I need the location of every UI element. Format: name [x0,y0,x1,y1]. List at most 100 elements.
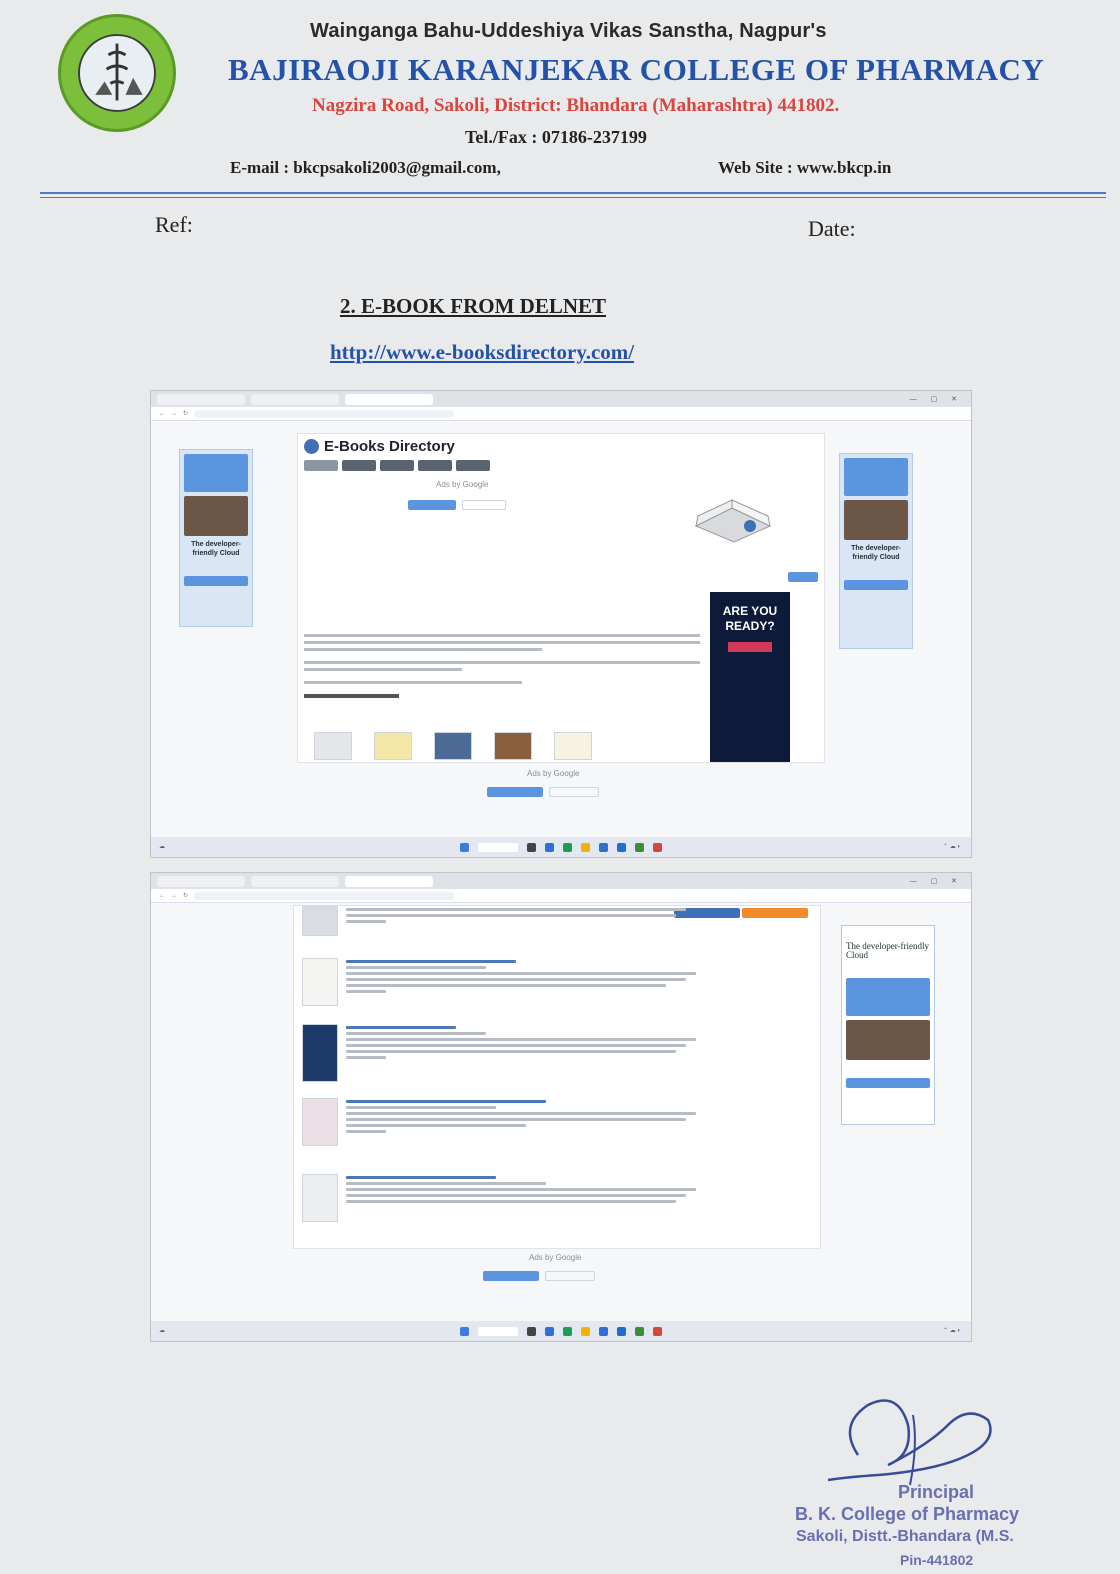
start-icon[interactable] [460,1326,469,1336]
forward-icon[interactable]: → [171,411,177,417]
taskbar-app-icon[interactable] [599,1326,608,1336]
list-item[interactable] [302,1024,696,1082]
ready-ad[interactable]: ARE YOU READY? [710,592,790,762]
nav-tab[interactable] [380,460,414,471]
right-side-ad[interactable]: The developer-friendly Cloud [839,453,913,649]
book-thumbnail[interactable] [554,732,592,760]
reload-icon[interactable]: ↻ [183,410,188,417]
share-button[interactable] [742,908,808,918]
book-now-button[interactable] [728,642,772,652]
ad-photo [846,1020,930,1060]
taskbar-app-icon[interactable] [527,842,536,852]
section-title: 2. E-BOOK FROM DELNET [340,294,607,318]
college-name: BAJIRAOJI KARANJEKAR COLLEGE OF PHARMACY [228,52,1045,87]
back-icon[interactable]: ← [159,411,165,417]
left-side-ad[interactable]: The developer-friendly Cloud [179,449,253,627]
stamp-pin: Pin-441802 [900,1552,974,1568]
screenshot-pharmacology-books: — ▢ ✕ ← → ↻ Ads by Google The developer-… [150,872,972,1342]
ad-button[interactable] [184,576,248,586]
browser-tab[interactable] [251,393,339,405]
list-item[interactable] [302,1098,696,1146]
search-button[interactable] [788,572,818,582]
header-divider [40,192,1106,194]
book-cover [302,1174,338,1222]
ads-by-google-label: Ads by Google [527,769,580,778]
nav-tab[interactable] [304,460,338,471]
forward-icon[interactable]: → [171,893,177,899]
book-thumbnail[interactable] [494,732,532,760]
book-thumbnail[interactable] [374,732,412,760]
nav-tab[interactable] [342,460,376,471]
taskbar-app-icon[interactable] [635,1326,644,1336]
taskbar-app-icon[interactable] [653,1326,662,1336]
taskbar-app-icon[interactable] [527,1326,536,1336]
ad-option-button[interactable] [408,500,456,510]
nav-tab[interactable] [418,460,452,471]
taskbar-app-icon[interactable] [563,1326,572,1336]
system-tray[interactable]: ⌃ ☁ ◐ [943,843,961,850]
side-ad-text: The developer-friendly Cloud [191,541,241,557]
ad-option-button[interactable] [549,787,599,797]
list-item[interactable] [302,958,696,1006]
start-icon[interactable] [460,842,469,852]
url-field[interactable] [194,891,455,900]
taskbar-search-input[interactable] [478,842,518,852]
ad-photo [844,500,908,540]
ad-option-button[interactable] [483,1271,539,1281]
ads-by-google-label: Ads by Google [436,480,489,489]
stamp-college: B. K. College of Pharmacy [795,1504,1020,1524]
taskbar-app-icon[interactable] [653,842,662,852]
taskbar-app-icon[interactable] [617,1326,626,1336]
browser-tab[interactable] [251,875,339,887]
browser-tab[interactable] [157,393,245,405]
taskbar-app-icon[interactable] [599,842,608,852]
taskbar-app-icon[interactable] [581,1326,590,1336]
site-title[interactable]: E-Books Directory [304,438,455,455]
ebooks-page: E-Books Directory Ads by Google ARE YOU … [297,433,825,763]
window-controls[interactable]: — ▢ ✕ [910,877,963,885]
stamp-location: Sakoli, Distt.-Bhandara (M.S. [796,1528,1014,1545]
reload-icon[interactable]: ↻ [183,892,188,899]
book-thumbnail[interactable] [314,732,352,760]
list-item[interactable] [302,906,686,936]
ref-label: Ref: [155,212,193,237]
open-book-icon [694,499,772,543]
ad-photo [184,496,248,536]
taskbar-app-icon[interactable] [563,842,572,852]
window-controls[interactable]: — ▢ ✕ [910,395,963,403]
taskbar-app-icon[interactable] [581,842,590,852]
nav-tab[interactable] [456,460,490,471]
stamp-principal: Principal [898,1482,975,1502]
taskbar-app-icon[interactable] [545,1326,554,1336]
weather-widget[interactable]: ☁ [159,843,165,850]
section-link[interactable]: http://www.e-booksdirectory.com/ [330,340,634,365]
side-ad-text: The developer-friendly Cloud [846,941,930,960]
ad-option-button[interactable] [462,500,506,510]
email: E-mail : bkcpsakoli2003@gmail.com, [230,158,501,177]
taskbar-app-icon[interactable] [635,842,644,852]
taskbar-search-input[interactable] [478,1326,518,1336]
back-icon[interactable]: ← [159,893,165,899]
list-item[interactable] [302,1174,696,1222]
book-cover [302,1098,338,1146]
taskbar-app-icon[interactable] [545,842,554,852]
book-thumbnail[interactable] [434,732,472,760]
right-side-ad[interactable]: The developer-friendly Cloud [841,925,935,1125]
browser-address-bar: ← → ↻ [151,407,971,421]
browser-tab-active[interactable] [345,875,433,887]
book-cover [302,958,338,1006]
ad-option-button[interactable] [545,1271,595,1281]
intro-paragraph [304,634,700,698]
browser-tab-active[interactable] [345,393,433,405]
taskbar-app-icon[interactable] [617,842,626,852]
ad-button[interactable] [844,580,908,590]
ebooks-logo-icon [304,439,319,454]
ad-option-button[interactable] [487,787,543,797]
browser-tab[interactable] [157,875,245,887]
weather-widget[interactable]: ☁ [159,1327,165,1334]
book-list-page [293,905,821,1249]
browser-tab-bar: — ▢ ✕ [151,391,971,407]
ad-button[interactable] [846,1078,930,1088]
system-tray[interactable]: ⌃ ☁ ◐ [943,1327,961,1334]
url-field[interactable] [194,409,455,418]
